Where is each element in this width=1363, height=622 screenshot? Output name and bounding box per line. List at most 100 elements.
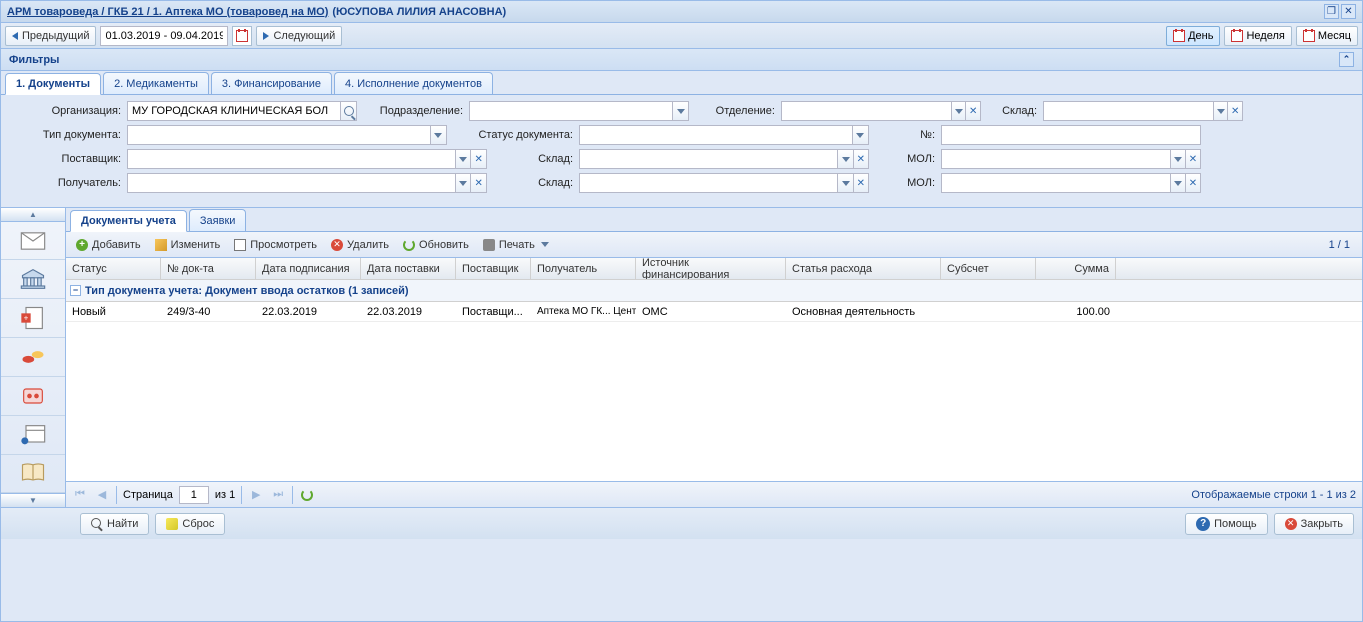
view-day-button[interactable]: День — [1166, 26, 1220, 46]
col-subacc[interactable]: Субсчет — [941, 258, 1036, 279]
close-label: Закрыть — [1301, 518, 1343, 530]
sidebar-item-calendar[interactable] — [1, 416, 65, 455]
recipient-dropdown[interactable] — [456, 173, 472, 193]
col-finsource[interactable]: Источник финансирования — [636, 258, 786, 279]
page-last-button[interactable]: ⏭ — [270, 487, 286, 503]
title-link[interactable]: АРМ товароведа / ГКБ 21 / 1. Аптека МО (… — [7, 6, 328, 18]
col-delivdate[interactable]: Дата поставки — [361, 258, 456, 279]
reset-button[interactable]: Сброс — [155, 513, 225, 535]
col-docnum[interactable]: № док-та — [161, 258, 256, 279]
subdiv-input[interactable] — [469, 101, 673, 121]
recipient-clear[interactable]: ✕ — [471, 173, 487, 193]
mol2-dropdown[interactable] — [1171, 173, 1186, 193]
num-input[interactable] — [941, 125, 1201, 145]
warehouse1-input[interactable] — [1043, 101, 1214, 121]
close-window-icon[interactable]: ✕ — [1341, 4, 1356, 19]
subdiv-dropdown[interactable] — [673, 101, 689, 121]
mol1-dropdown[interactable] — [1171, 149, 1186, 169]
chevron-down-icon — [541, 242, 549, 247]
dept-clear[interactable]: ✕ — [966, 101, 981, 121]
pills2-icon — [19, 382, 47, 410]
sidebar-scroll-down[interactable]: ▼ — [1, 493, 65, 507]
view-button[interactable]: Просмотреть — [228, 235, 323, 255]
tab-documents[interactable]: 1. Документы — [5, 73, 101, 95]
edit-icon — [155, 239, 167, 251]
warehouse3-dropdown[interactable] — [838, 173, 853, 193]
col-sum[interactable]: Сумма — [1036, 258, 1116, 279]
page-input[interactable] — [179, 486, 209, 504]
print-button[interactable]: Печать — [477, 235, 555, 255]
doctype-input[interactable] — [127, 125, 431, 145]
subtab-requests[interactable]: Заявки — [189, 209, 247, 231]
close-button[interactable]: ✕Закрыть — [1274, 513, 1354, 535]
doctype-dropdown[interactable] — [431, 125, 447, 145]
page-first-button[interactable]: ⏮ — [72, 487, 88, 503]
maximize-icon[interactable]: ❐ — [1324, 4, 1339, 19]
mol2-clear[interactable]: ✕ — [1186, 173, 1201, 193]
chevron-down-icon — [459, 181, 467, 186]
view-week-button[interactable]: Неделя — [1224, 26, 1291, 46]
org-input[interactable] — [127, 101, 341, 121]
mol1-clear[interactable]: ✕ — [1186, 149, 1201, 169]
group-row[interactable]: − Тип документа учета: Документ ввода ос… — [66, 280, 1362, 302]
sidebar: ▲ + ▼ — [1, 208, 66, 507]
page-next-button[interactable]: ▶ — [248, 487, 264, 503]
edit-button[interactable]: Изменить — [149, 235, 227, 255]
sidebar-item-document[interactable]: + — [1, 299, 65, 338]
warehouse1-clear[interactable]: ✕ — [1228, 101, 1243, 121]
page-prev-button[interactable]: ◀ — [94, 487, 110, 503]
sidebar-item-mail[interactable] — [1, 222, 65, 261]
label-supplier: Поставщик: — [11, 153, 121, 165]
view-month-button[interactable]: Месяц — [1296, 26, 1358, 46]
sidebar-item-book[interactable] — [1, 455, 65, 494]
delete-button[interactable]: ✕Удалить — [325, 235, 395, 255]
sidebar-item-pills2[interactable] — [1, 377, 65, 416]
subtab-documents[interactable]: Документы учета — [70, 210, 187, 232]
mol1-input[interactable] — [941, 149, 1171, 169]
sidebar-scroll-up[interactable]: ▲ — [1, 208, 65, 222]
collapse-filters-icon[interactable]: ⌃ — [1339, 52, 1354, 67]
warehouse1-dropdown[interactable] — [1214, 101, 1229, 121]
prev-button[interactable]: Предыдущий — [5, 26, 96, 46]
table-row[interactable]: Новый 249/3-40 22.03.2019 22.03.2019 Пос… — [66, 302, 1362, 322]
col-status[interactable]: Статус — [66, 258, 161, 279]
delete-icon: ✕ — [331, 239, 343, 251]
help-button[interactable]: ?Помощь — [1185, 513, 1268, 535]
supplier-dropdown[interactable] — [456, 149, 472, 169]
warehouse3-clear[interactable]: ✕ — [854, 173, 869, 193]
dept-dropdown[interactable] — [952, 101, 967, 121]
tab-medicaments[interactable]: 2. Медикаменты — [103, 72, 209, 94]
add-button[interactable]: +Добавить — [70, 235, 147, 255]
dept-input[interactable] — [781, 101, 952, 121]
label-dept: Отделение: — [695, 105, 775, 117]
refresh-button[interactable]: Обновить — [397, 235, 475, 255]
next-button[interactable]: Следующий — [256, 26, 342, 46]
warehouse2-input[interactable] — [579, 149, 838, 169]
recipient-input[interactable] — [127, 173, 456, 193]
supplier-clear[interactable]: ✕ — [471, 149, 487, 169]
sidebar-item-pills[interactable] — [1, 338, 65, 377]
col-expense[interactable]: Статья расхода — [786, 258, 941, 279]
chevron-down-icon — [955, 109, 963, 114]
org-search-button[interactable] — [341, 101, 357, 121]
page-refresh-button[interactable] — [299, 487, 315, 503]
warehouse2-clear[interactable]: ✕ — [854, 149, 869, 169]
sidebar-item-bank[interactable] — [1, 260, 65, 299]
mol2-input[interactable] — [941, 173, 1171, 193]
tab-execution[interactable]: 4. Исполнение документов — [334, 72, 493, 94]
col-recipient[interactable]: Получатель — [531, 258, 636, 279]
supplier-input[interactable] — [127, 149, 456, 169]
calendar-button[interactable] — [232, 26, 252, 46]
docstatus-dropdown[interactable] — [853, 125, 869, 145]
label-mol1: МОЛ: — [875, 153, 935, 165]
find-button[interactable]: Найти — [80, 513, 149, 535]
search-icon — [91, 518, 103, 530]
date-range-input[interactable] — [100, 26, 228, 46]
docstatus-input[interactable] — [579, 125, 853, 145]
col-supplier[interactable]: Поставщик — [456, 258, 531, 279]
warehouse3-input[interactable] — [579, 173, 838, 193]
warehouse2-dropdown[interactable] — [838, 149, 853, 169]
tab-financing[interactable]: 3. Финансирование — [211, 72, 332, 94]
group-collapse-icon[interactable]: − — [70, 285, 81, 296]
col-signdate[interactable]: Дата подписания — [256, 258, 361, 279]
